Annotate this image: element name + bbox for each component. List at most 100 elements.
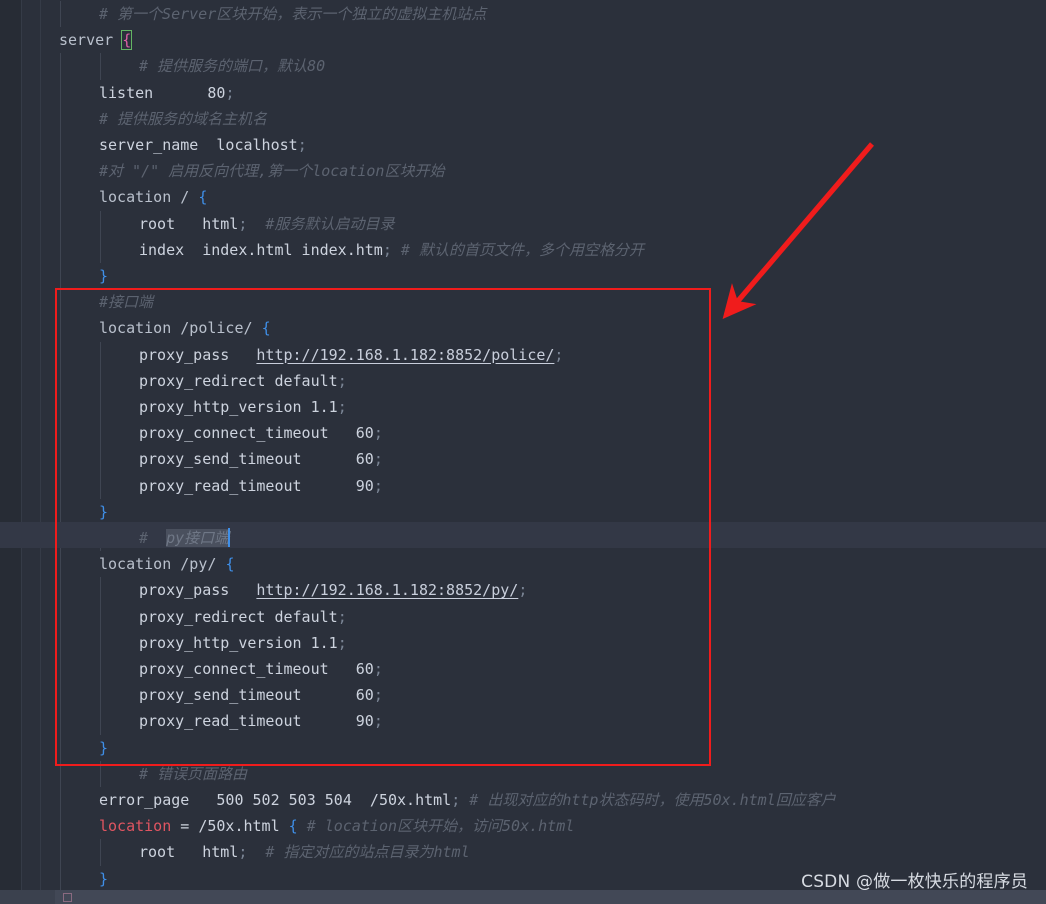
- indent-guide: [100, 577, 101, 735]
- code-token-brace: {: [288, 817, 298, 836]
- code-token-key: location /: [99, 188, 199, 207]
- code-line[interactable]: proxy_read_timeout 90;: [139, 473, 383, 499]
- code-token-semi: ;: [337, 371, 347, 390]
- code-token-dir: server_name localhost: [99, 136, 298, 154]
- code-token-key: server: [59, 31, 123, 50]
- code-token-cmt: # 默认的首页文件，多个用空格分开: [391, 240, 644, 259]
- code-token-cmt: # location区块开始，访问50x.html: [297, 817, 575, 836]
- code-token-dir: proxy_pass: [139, 345, 257, 364]
- code-token-semi: ;: [373, 686, 383, 705]
- indent-guide: [60, 53, 61, 892]
- code-token-url: http://192.168.1.182:8852/police/: [256, 345, 555, 364]
- code-line[interactable]: proxy_send_timeout 60;: [139, 446, 383, 472]
- code-line[interactable]: #对 "/" 启用反向代理,第一个location区块开始: [99, 158, 444, 184]
- code-token-dir: proxy_connect_timeout 60: [139, 660, 374, 678]
- code-token-semi: ;: [225, 83, 235, 102]
- code-token-semi: ;: [373, 712, 383, 731]
- indent-guide: [100, 341, 101, 499]
- code-line[interactable]: server_name localhost;: [99, 132, 307, 158]
- code-token-dir: proxy_send_timeout 60: [139, 686, 374, 705]
- code-line[interactable]: proxy_connect_timeout 60;: [139, 656, 383, 682]
- code-token-sel: py接口端: [166, 529, 230, 547]
- code-token-semi: ;: [451, 791, 461, 809]
- code-token-dir: proxy_http_version 1.1: [139, 633, 338, 652]
- code-line[interactable]: # py接口端: [139, 525, 231, 551]
- code-line[interactable]: listen 80;: [99, 80, 234, 106]
- code-token-dir: proxy_http_version 1.1: [139, 398, 338, 416]
- code-token-semi: ;: [373, 476, 383, 495]
- code-line[interactable]: server {: [59, 27, 133, 53]
- code-line[interactable]: location = /50x.html { # location区块开始，访问…: [99, 813, 574, 839]
- scrollbar-left-pad: [0, 890, 55, 904]
- code-token-semi: ;: [297, 136, 307, 154]
- indent-guide: [100, 210, 101, 263]
- code-token-semi: ;: [373, 660, 383, 678]
- code-token-dir: proxy_pass: [139, 581, 257, 600]
- code-line[interactable]: root html; #服务默认启动目录: [139, 211, 394, 237]
- code-line[interactable]: }: [99, 263, 108, 289]
- code-line[interactable]: proxy_pass http://192.168.1.182:8852/py/…: [139, 577, 527, 603]
- code-token-cmt: #服务默认启动目录: [247, 214, 395, 233]
- indent-guide: [60, 1, 61, 28]
- code-token-dir: proxy_connect_timeout 60: [139, 424, 374, 443]
- code-token-semi: ;: [373, 450, 383, 469]
- code-line[interactable]: proxy_http_version 1.1;: [139, 394, 347, 420]
- code-token-brace: }: [99, 267, 109, 285]
- code-line[interactable]: proxy_redirect default;: [139, 604, 347, 630]
- code-token-cmt: # 提供服务的端口，默认80: [139, 57, 326, 76]
- code-token-cmt: # 提供服务的域名主机名: [99, 109, 268, 128]
- code-token-cmt: #接口端: [99, 293, 154, 312]
- code-token-brace: }: [99, 869, 109, 888]
- indent-guide: [100, 53, 101, 80]
- code-token-cmt: # 指定对应的站点目录为html: [247, 843, 470, 862]
- code-token-cmt: # 错误页面路由: [139, 764, 248, 783]
- indent-guide: [100, 760, 101, 787]
- code-line[interactable]: proxy_send_timeout 60;: [139, 682, 383, 708]
- code-token-cmt: #: [139, 529, 167, 547]
- code-line[interactable]: }: [99, 866, 108, 892]
- code-token-brace: {: [198, 188, 208, 207]
- indent-guide: [100, 839, 101, 866]
- code-token-brace: }: [99, 502, 109, 521]
- code-line[interactable]: proxy_http_version 1.1;: [139, 630, 347, 656]
- code-token-dir: = /50x.html: [171, 817, 289, 836]
- code-surface[interactable]: # 第一个Server区块开始，表示一个独立的虚拟主机站点 server { # 提…: [0, 0, 1046, 892]
- code-line[interactable]: proxy_connect_timeout 60;: [139, 420, 383, 446]
- code-token-cmt: #对 "/" 启用反向代理,第一个location区块开始: [99, 162, 445, 181]
- code-token-semi: ;: [382, 240, 392, 259]
- code-token-semi: ;: [518, 581, 528, 600]
- code-line[interactable]: location /py/ {: [99, 551, 234, 577]
- code-token-dir: proxy_redirect default: [139, 371, 338, 390]
- code-token-semi: ;: [554, 345, 564, 364]
- code-editor-screenshot: # 第一个Server区块开始，表示一个独立的虚拟主机站点 server { # 提…: [0, 0, 1046, 904]
- code-token-brace: {: [225, 555, 235, 574]
- code-line[interactable]: index index.html index.htm; # 默认的首页文件，多个…: [139, 237, 644, 263]
- code-line[interactable]: proxy_redirect default;: [139, 368, 347, 394]
- code-token-dir: root html: [139, 214, 239, 233]
- code-token-key: location /py/: [99, 555, 226, 574]
- code-line[interactable]: proxy_read_timeout 90;: [139, 708, 383, 734]
- code-line[interactable]: location /police/ {: [99, 315, 271, 341]
- code-line[interactable]: location / {: [99, 184, 207, 210]
- code-token-semi: ;: [337, 607, 347, 626]
- code-token-err: location: [99, 817, 172, 836]
- code-line[interactable]: # 第一个Server区块开始，表示一个独立的虚拟主机站点: [99, 1, 486, 27]
- code-line[interactable]: proxy_pass http://192.168.1.182:8852/pol…: [139, 342, 563, 368]
- code-token-dir: index index.html index.htm: [139, 240, 383, 259]
- code-token-cmt: # 出现对应的http状态码时，使用50x.html回应客户: [460, 791, 836, 809]
- code-token-key: location /police/: [99, 319, 262, 338]
- code-line[interactable]: error_page 500 502 503 504 /50x.html; # …: [99, 787, 836, 813]
- code-token-dir: proxy_read_timeout 90: [139, 712, 374, 731]
- code-line[interactable]: #接口端: [99, 289, 153, 315]
- code-line[interactable]: # 提供服务的域名主机名: [99, 106, 267, 132]
- brace-match-marker-icon: [63, 893, 72, 902]
- code-token-semi: ;: [337, 633, 347, 652]
- code-line[interactable]: }: [99, 735, 108, 761]
- text-caret: [228, 528, 231, 547]
- code-line[interactable]: root html; # 指定对应的站点目录为html: [139, 839, 470, 865]
- code-token-cmt: # 第一个Server区块开始，表示一个独立的虚拟主机站点: [99, 5, 487, 23]
- code-token-semi: ;: [373, 424, 383, 443]
- code-token-dir: error_page 500 502 503 504 /50x.html: [99, 791, 452, 809]
- code-line[interactable]: # 错误页面路由: [139, 761, 247, 787]
- code-line[interactable]: # 提供服务的端口，默认80: [139, 53, 325, 79]
